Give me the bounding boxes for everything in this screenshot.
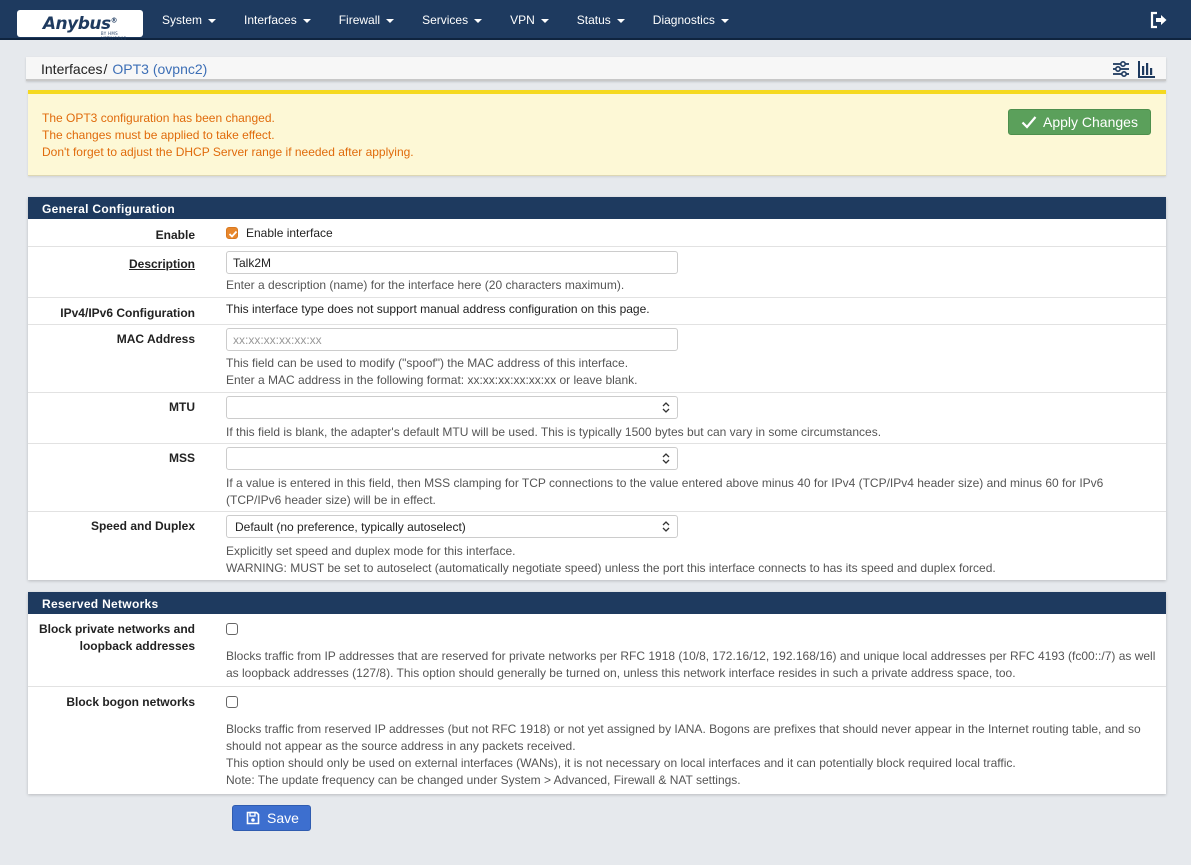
sliders-icon[interactable]: [1112, 60, 1130, 78]
panel-title: General Configuration: [28, 197, 1166, 219]
logout-icon[interactable]: [1149, 10, 1169, 30]
block-private-checkbox[interactable]: [226, 623, 238, 635]
ipconfig-label: IPv4/IPv6 Configuration: [60, 306, 195, 320]
block-bogon-help: Note: The update frequency can be change…: [226, 773, 741, 787]
chevron-down-icon: [720, 18, 729, 23]
top-navbar: Anybus® BY HMS NETWORKS System Interfaces…: [0, 0, 1191, 41]
speed-duplex-label: Speed and Duplex: [90, 519, 195, 533]
nav-system[interactable]: System: [148, 0, 230, 40]
block-bogon-help: Blocks traffic from reserved IP addresse…: [226, 722, 1141, 753]
mtu-help: If this field is blank, the adapter's de…: [226, 425, 882, 439]
mac-help: This field can be used to modify ("spoof…: [226, 356, 629, 370]
chevron-down-icon: [540, 18, 549, 23]
breadcrumb-separator: /: [103, 61, 108, 77]
enable-row: Enable Enable interface: [28, 219, 1166, 247]
block-private-row: Block private networks and loopback addr…: [28, 614, 1166, 687]
mss-label: MSS: [168, 451, 195, 465]
stepper-arrows-icon: [662, 402, 670, 413]
select-arrows-icon: [662, 521, 670, 532]
breadcrumb: Interfaces/OPT3 (ovpnc2): [26, 57, 1166, 81]
mac-row: MAC Address This field can be used to mo…: [28, 325, 1166, 393]
brand-tagline: BY HMS NETWORKS: [100, 30, 127, 41]
nav-firewall[interactable]: Firewall: [325, 0, 408, 40]
chevron-down-icon: [474, 18, 483, 23]
stepper-arrows-icon: [662, 453, 670, 464]
alert-line: The changes must be applied to take effe…: [42, 128, 275, 142]
description-input[interactable]: [226, 251, 678, 274]
mac-label: MAC Address: [116, 332, 195, 346]
speed-duplex-row: Speed and Duplex Default (no preference,…: [28, 512, 1166, 580]
changes-alert: The OPT3 configuration has been changed.…: [28, 90, 1166, 176]
bar-chart-icon[interactable]: [1138, 60, 1156, 78]
mss-help: If a value is entered in this field, the…: [226, 476, 1104, 507]
block-bogon-help: This option should only be used on exter…: [226, 756, 1016, 770]
nav-status[interactable]: Status: [563, 0, 639, 40]
block-bogon-row: Block bogon networks Blocks traffic from…: [28, 687, 1166, 794]
alert-line: Don't forget to adjust the DHCP Server r…: [42, 145, 414, 159]
enable-interface-checkbox[interactable]: [226, 227, 238, 239]
check-icon: [228, 230, 238, 238]
enable-label: Enable: [155, 228, 195, 242]
breadcrumb-current[interactable]: OPT3 (ovpnc2): [112, 61, 207, 77]
speed-duplex-help: WARNING: MUST be set to autoselect (auto…: [226, 561, 996, 575]
save-icon: [246, 811, 260, 825]
reserved-networks-panel: Reserved Networks Block private networks…: [28, 592, 1166, 794]
mss-row: MSS If a value is entered in this field,…: [28, 444, 1166, 512]
general-configuration-panel: General Configuration Enable Enable inte…: [28, 197, 1166, 580]
ipconfig-text: This interface type does not support man…: [226, 302, 650, 316]
speed-duplex-help: Explicitly set speed and duplex mode for…: [226, 544, 516, 558]
save-label: Save: [267, 810, 299, 826]
enable-interface-text: Enable interface: [246, 226, 333, 240]
apply-changes-label: Apply Changes: [1043, 114, 1138, 130]
description-label: Description: [128, 257, 195, 271]
panel-title: Reserved Networks: [28, 592, 1166, 614]
block-private-help: Blocks traffic from IP addresses that ar…: [226, 649, 1156, 680]
block-private-label: Block private networks and: [38, 622, 195, 636]
description-help: Enter a description (name) for the inter…: [226, 278, 625, 292]
chevron-down-icon: [616, 18, 625, 23]
nav-interfaces[interactable]: Interfaces: [230, 0, 325, 40]
nav-services[interactable]: Services: [408, 0, 496, 40]
chevron-down-icon: [208, 18, 217, 23]
apply-changes-button[interactable]: Apply Changes: [1008, 109, 1151, 135]
ipconfig-row: IPv4/IPv6 Configuration This interface t…: [28, 298, 1166, 325]
mtu-stepper[interactable]: [226, 396, 678, 419]
alert-line: The OPT3 configuration has been changed.: [42, 111, 275, 125]
mac-help: Enter a MAC address in the following for…: [226, 373, 638, 387]
description-row: Description Enter a description (name) f…: [28, 247, 1166, 298]
chevron-down-icon: [302, 18, 311, 23]
mtu-label: MTU: [169, 400, 195, 414]
check-icon: [1021, 116, 1037, 129]
mtu-row: MTU If this field is blank, the adapter'…: [28, 393, 1166, 444]
block-bogon-label: Block bogon networks: [66, 695, 195, 709]
nav-diagnostics[interactable]: Diagnostics: [639, 0, 743, 40]
anybus-logo[interactable]: Anybus® BY HMS NETWORKS: [17, 10, 143, 41]
block-bogon-checkbox[interactable]: [226, 696, 238, 708]
breadcrumb-parent[interactable]: Interfaces: [41, 61, 102, 77]
speed-duplex-select[interactable]: Default (no preference, typically autose…: [226, 515, 678, 538]
brand-mark: ®: [110, 15, 118, 24]
mss-stepper[interactable]: [226, 447, 678, 470]
nav-vpn[interactable]: VPN: [496, 0, 563, 40]
speed-duplex-value: Default (no preference, typically autose…: [235, 520, 466, 534]
mac-address-input[interactable]: [226, 328, 678, 351]
save-button[interactable]: Save: [232, 805, 311, 831]
chevron-down-icon: [386, 18, 395, 23]
block-private-label: loopback addresses: [79, 639, 195, 653]
